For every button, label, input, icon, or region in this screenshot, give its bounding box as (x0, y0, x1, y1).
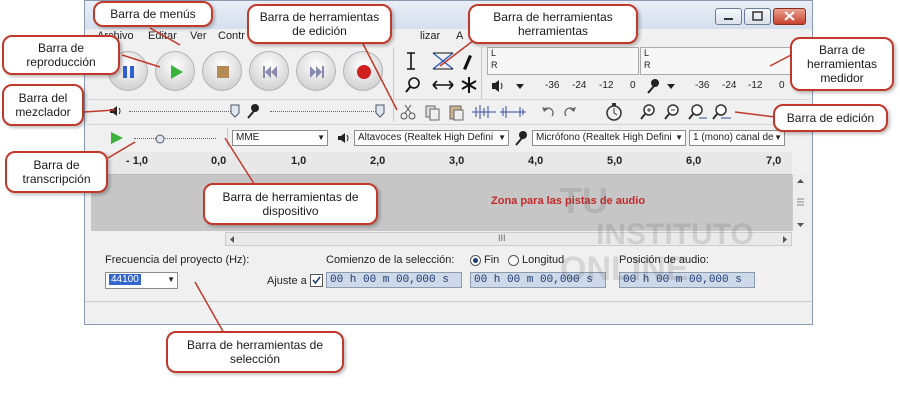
callout-leaders (83, 27, 794, 336)
leader-edit (734, 111, 776, 118)
callout-meter-text: Barra de herramientas medidor (806, 43, 878, 85)
callout-edit-text: Barra de edición (786, 111, 875, 125)
leader-mixer (83, 109, 116, 113)
leader-playback (121, 54, 161, 68)
callout-menus-text: Barra de menús (110, 7, 196, 21)
callout-selection-text: Barra de herramientas de selección (186, 338, 324, 366)
callout-tools-text: Barra de herramientas herramientas (493, 10, 613, 38)
callout-menus: Barra de menús (93, 1, 213, 27)
callout-tools: Barra de herramientas herramientas (468, 4, 638, 44)
callout-edit-tools: Barra de herramientas de edición (247, 4, 392, 44)
callout-edit: Barra de edición (773, 104, 888, 132)
callout-device: Barra de herramientas de dispositivo (203, 183, 378, 225)
leader-transcription (107, 141, 136, 159)
callout-mixer-text: Barra del mezclador (15, 91, 71, 119)
callout-playback: Barra de reproducción (2, 35, 120, 75)
callout-edit-tools-text: Barra de herramientas de edición (259, 10, 380, 38)
callout-transcription-text: Barra de transcripción (22, 158, 91, 186)
callout-transcription: Barra de transcripción (5, 151, 108, 193)
callout-meter: Barra de herramientas medidor (790, 37, 894, 91)
leader-selection (194, 281, 226, 336)
callout-mixer: Barra del mezclador (2, 84, 84, 126)
leader-menus (149, 27, 181, 46)
callout-device-text: Barra de herramientas de dispositivo (222, 190, 359, 218)
callout-selection: Barra de herramientas de selección (166, 331, 344, 373)
callout-playback-text: Barra de reproducción (26, 41, 96, 69)
leader-edit-tools (359, 37, 398, 111)
